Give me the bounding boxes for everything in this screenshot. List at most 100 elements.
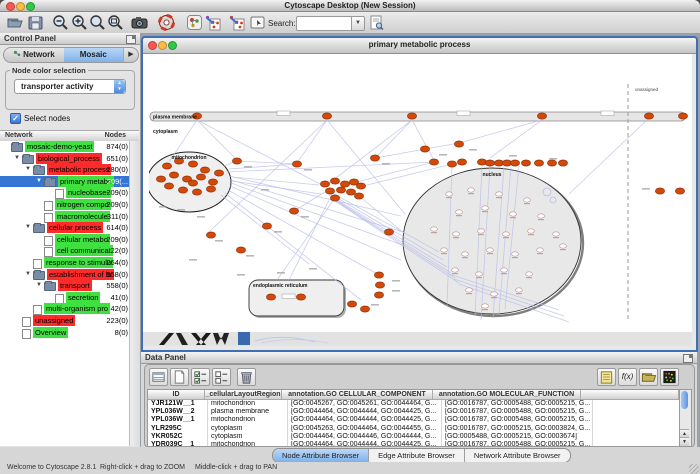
- tab-edge-attribute-browser[interactable]: Edge Attribute Browser: [369, 449, 465, 462]
- column-header[interactable]: _cellularLayoutRegion: [205, 390, 282, 399]
- search-input[interactable]: [296, 16, 356, 31]
- tree-row[interactable]: ▼cellular process614(0): [0, 222, 139, 234]
- vizmapper-icon[interactable]: [186, 14, 203, 31]
- tree-row[interactable]: unassigned223(0): [0, 315, 139, 327]
- data-panel-float-icon[interactable]: [683, 354, 693, 363]
- column-header[interactable]: [581, 390, 679, 399]
- color-attribute-dropdown[interactable]: transporter activity ▲▼: [14, 79, 126, 94]
- tree-scrollbar[interactable]: [129, 141, 140, 446]
- delete-attribute-icon[interactable]: [237, 368, 256, 386]
- expand-arrow-icon[interactable]: ▼: [25, 164, 33, 175]
- zoom-out-icon[interactable]: [52, 14, 69, 31]
- tab-mosaic-label: Mosaic: [80, 50, 107, 59]
- select-nodes-checkbox[interactable]: ✓: [10, 113, 21, 124]
- search-dropdown-button[interactable]: ▼: [351, 16, 365, 31]
- table-cell: mitochondrion: [208, 416, 288, 424]
- tree-row[interactable]: Overview8(0): [0, 327, 139, 339]
- table-cell: YPL036W__1: [148, 416, 208, 424]
- resize-grip[interactable]: [689, 464, 699, 474]
- network-window-titlebar[interactable]: primary metabolic process: [143, 38, 696, 54]
- tree-row[interactable]: nitrogen compo209(0): [0, 199, 139, 211]
- tree-row[interactable]: response to stimulu264(0): [0, 257, 139, 269]
- network-canvas[interactable]: plasma membranecytoplasmmitochondrionnuc…: [143, 54, 692, 332]
- tree-row[interactable]: multi-organism pro42(0): [0, 303, 139, 315]
- expand-arrow-icon[interactable]: ▼: [14, 153, 22, 164]
- tree-row[interactable]: macromolecule311(0): [0, 211, 139, 223]
- help-ring-icon[interactable]: [158, 14, 175, 31]
- gene-node: [360, 306, 369, 312]
- tab-node-attribute-browser[interactable]: Node Attribute Browser: [273, 449, 369, 462]
- zoom-selected-icon[interactable]: [107, 14, 124, 31]
- annotation-icon[interactable]: [249, 14, 266, 31]
- snapshot-icon[interactable]: [131, 14, 148, 31]
- map-edge-attributes-icon[interactable]: [228, 14, 245, 31]
- map-node-attributes-icon[interactable]: [204, 14, 221, 31]
- expand-arrow-icon[interactable]: ▼: [25, 269, 33, 280]
- tree-row-label: nitrogen compo: [55, 199, 111, 210]
- column-header[interactable]: ID: [148, 390, 205, 399]
- table-cell: [GO:0016787, GO:0005488, GO:0005215, G..…: [442, 408, 593, 416]
- import-attributes-icon[interactable]: [639, 368, 658, 386]
- column-header[interactable]: annotation.GO MOLECULAR_FUNCTION: [433, 390, 581, 399]
- select-attributes-icon[interactable]: [191, 368, 210, 386]
- column-header[interactable]: annotation.GO CELLULAR_COMPONENT: [282, 390, 433, 399]
- zoom-in-icon[interactable]: [71, 14, 88, 31]
- table-row[interactable]: YLR295Ccytoplasm[GO:0045263, GO:0044464,…: [148, 425, 679, 433]
- folder-icon: [33, 271, 45, 280]
- table-row[interactable]: YKR052Ccytoplasm[GO:0044464, GO:0044446,…: [148, 433, 679, 441]
- zoom-fit-icon[interactable]: [89, 14, 106, 31]
- table-cell: [GO:0016787, GO:0005488, GO:0005215, G..…: [442, 416, 593, 424]
- attribute-matrix-icon[interactable]: [660, 368, 679, 386]
- tree-row-label: secretion: [66, 292, 100, 303]
- table-scrollbar-thumb[interactable]: [681, 391, 688, 409]
- tree-row[interactable]: secretion41(0): [0, 292, 139, 304]
- tree-row[interactable]: ▼transport558(0): [0, 280, 139, 292]
- cytoplasm-label: cytoplasm: [153, 129, 178, 135]
- expand-arrow-icon[interactable]: ▼: [36, 280, 44, 291]
- scroll-down-arrow[interactable]: ▼: [680, 437, 689, 446]
- tree-row[interactable]: ▼biological_process651(0): [0, 153, 139, 165]
- save-icon[interactable]: [27, 14, 44, 31]
- table-cell: [593, 433, 679, 441]
- gene-node: [347, 301, 356, 307]
- tree-row-label: multi-organism pro: [44, 303, 110, 314]
- expand-arrow-icon[interactable]: ▼: [25, 222, 33, 233]
- float-panel-icon[interactable]: [126, 35, 136, 44]
- function-builder-icon[interactable]: f(x): [618, 368, 637, 386]
- table-row[interactable]: YJR121W__1mitochondrion[GO:0045267, GO:0…: [148, 400, 679, 408]
- data-panel: Data Panel f(x) ID_cellularLayoutRegiona…: [141, 352, 697, 447]
- tree-row-count: 223(0): [106, 315, 128, 327]
- attribute-table[interactable]: ID_cellularLayoutRegionannotation.GO CEL…: [147, 389, 680, 447]
- open-file-icon[interactable]: [6, 14, 23, 31]
- gene-node: [214, 170, 223, 176]
- tree-row-count: 209(0): [106, 199, 128, 211]
- unselect-attributes-icon[interactable]: [212, 368, 231, 386]
- tab-overflow-arrow[interactable]: ▶: [123, 48, 138, 62]
- data-panel-header: Data Panel: [141, 352, 697, 364]
- gene-node: [325, 188, 334, 194]
- tree-row-count: 558(0): [106, 269, 128, 281]
- table-row[interactable]: YPL036W__1mitochondrion[GO:0044464, GO:0…: [148, 416, 679, 424]
- tab-network[interactable]: Network: [4, 48, 64, 62]
- control-panel: Control Panel Network Mosaic ▶ Node colo…: [0, 33, 141, 447]
- tree-row-label: establishment of lo: [47, 269, 114, 280]
- select-all-icon[interactable]: [149, 368, 168, 386]
- expand-arrow-icon[interactable]: ▼: [36, 176, 44, 187]
- new-attribute-icon[interactable]: [170, 368, 189, 386]
- tab-network-attribute-browser[interactable]: Network Attribute Browser: [465, 449, 570, 462]
- tree-row[interactable]: cell communicat22(0): [0, 245, 139, 257]
- tree-row[interactable]: mosaic-demo-yeast874(0): [0, 141, 139, 153]
- tree-row[interactable]: ▼primary metabo209(...: [0, 176, 139, 188]
- tab-mosaic[interactable]: Mosaic: [64, 48, 124, 62]
- tree-row[interactable]: nucleobase-209(0): [0, 187, 139, 199]
- unassigned-label: unassigned: [635, 87, 659, 92]
- tree-row[interactable]: cellular metabo209(0): [0, 234, 139, 246]
- table-scrollbar[interactable]: ▲ ▼: [679, 389, 692, 447]
- tree-row[interactable]: ▼ establishment of lo558(0): [0, 269, 139, 281]
- gene-node: [232, 158, 241, 164]
- tree-row[interactable]: ▼metabolic process280(0): [0, 164, 139, 176]
- table-row[interactable]: YPL036W__2plasma membrane[GO:0044464, GO…: [148, 408, 679, 416]
- search-options-icon[interactable]: [368, 14, 385, 31]
- gene-node: [208, 179, 217, 185]
- notepad-icon[interactable]: [597, 368, 616, 386]
